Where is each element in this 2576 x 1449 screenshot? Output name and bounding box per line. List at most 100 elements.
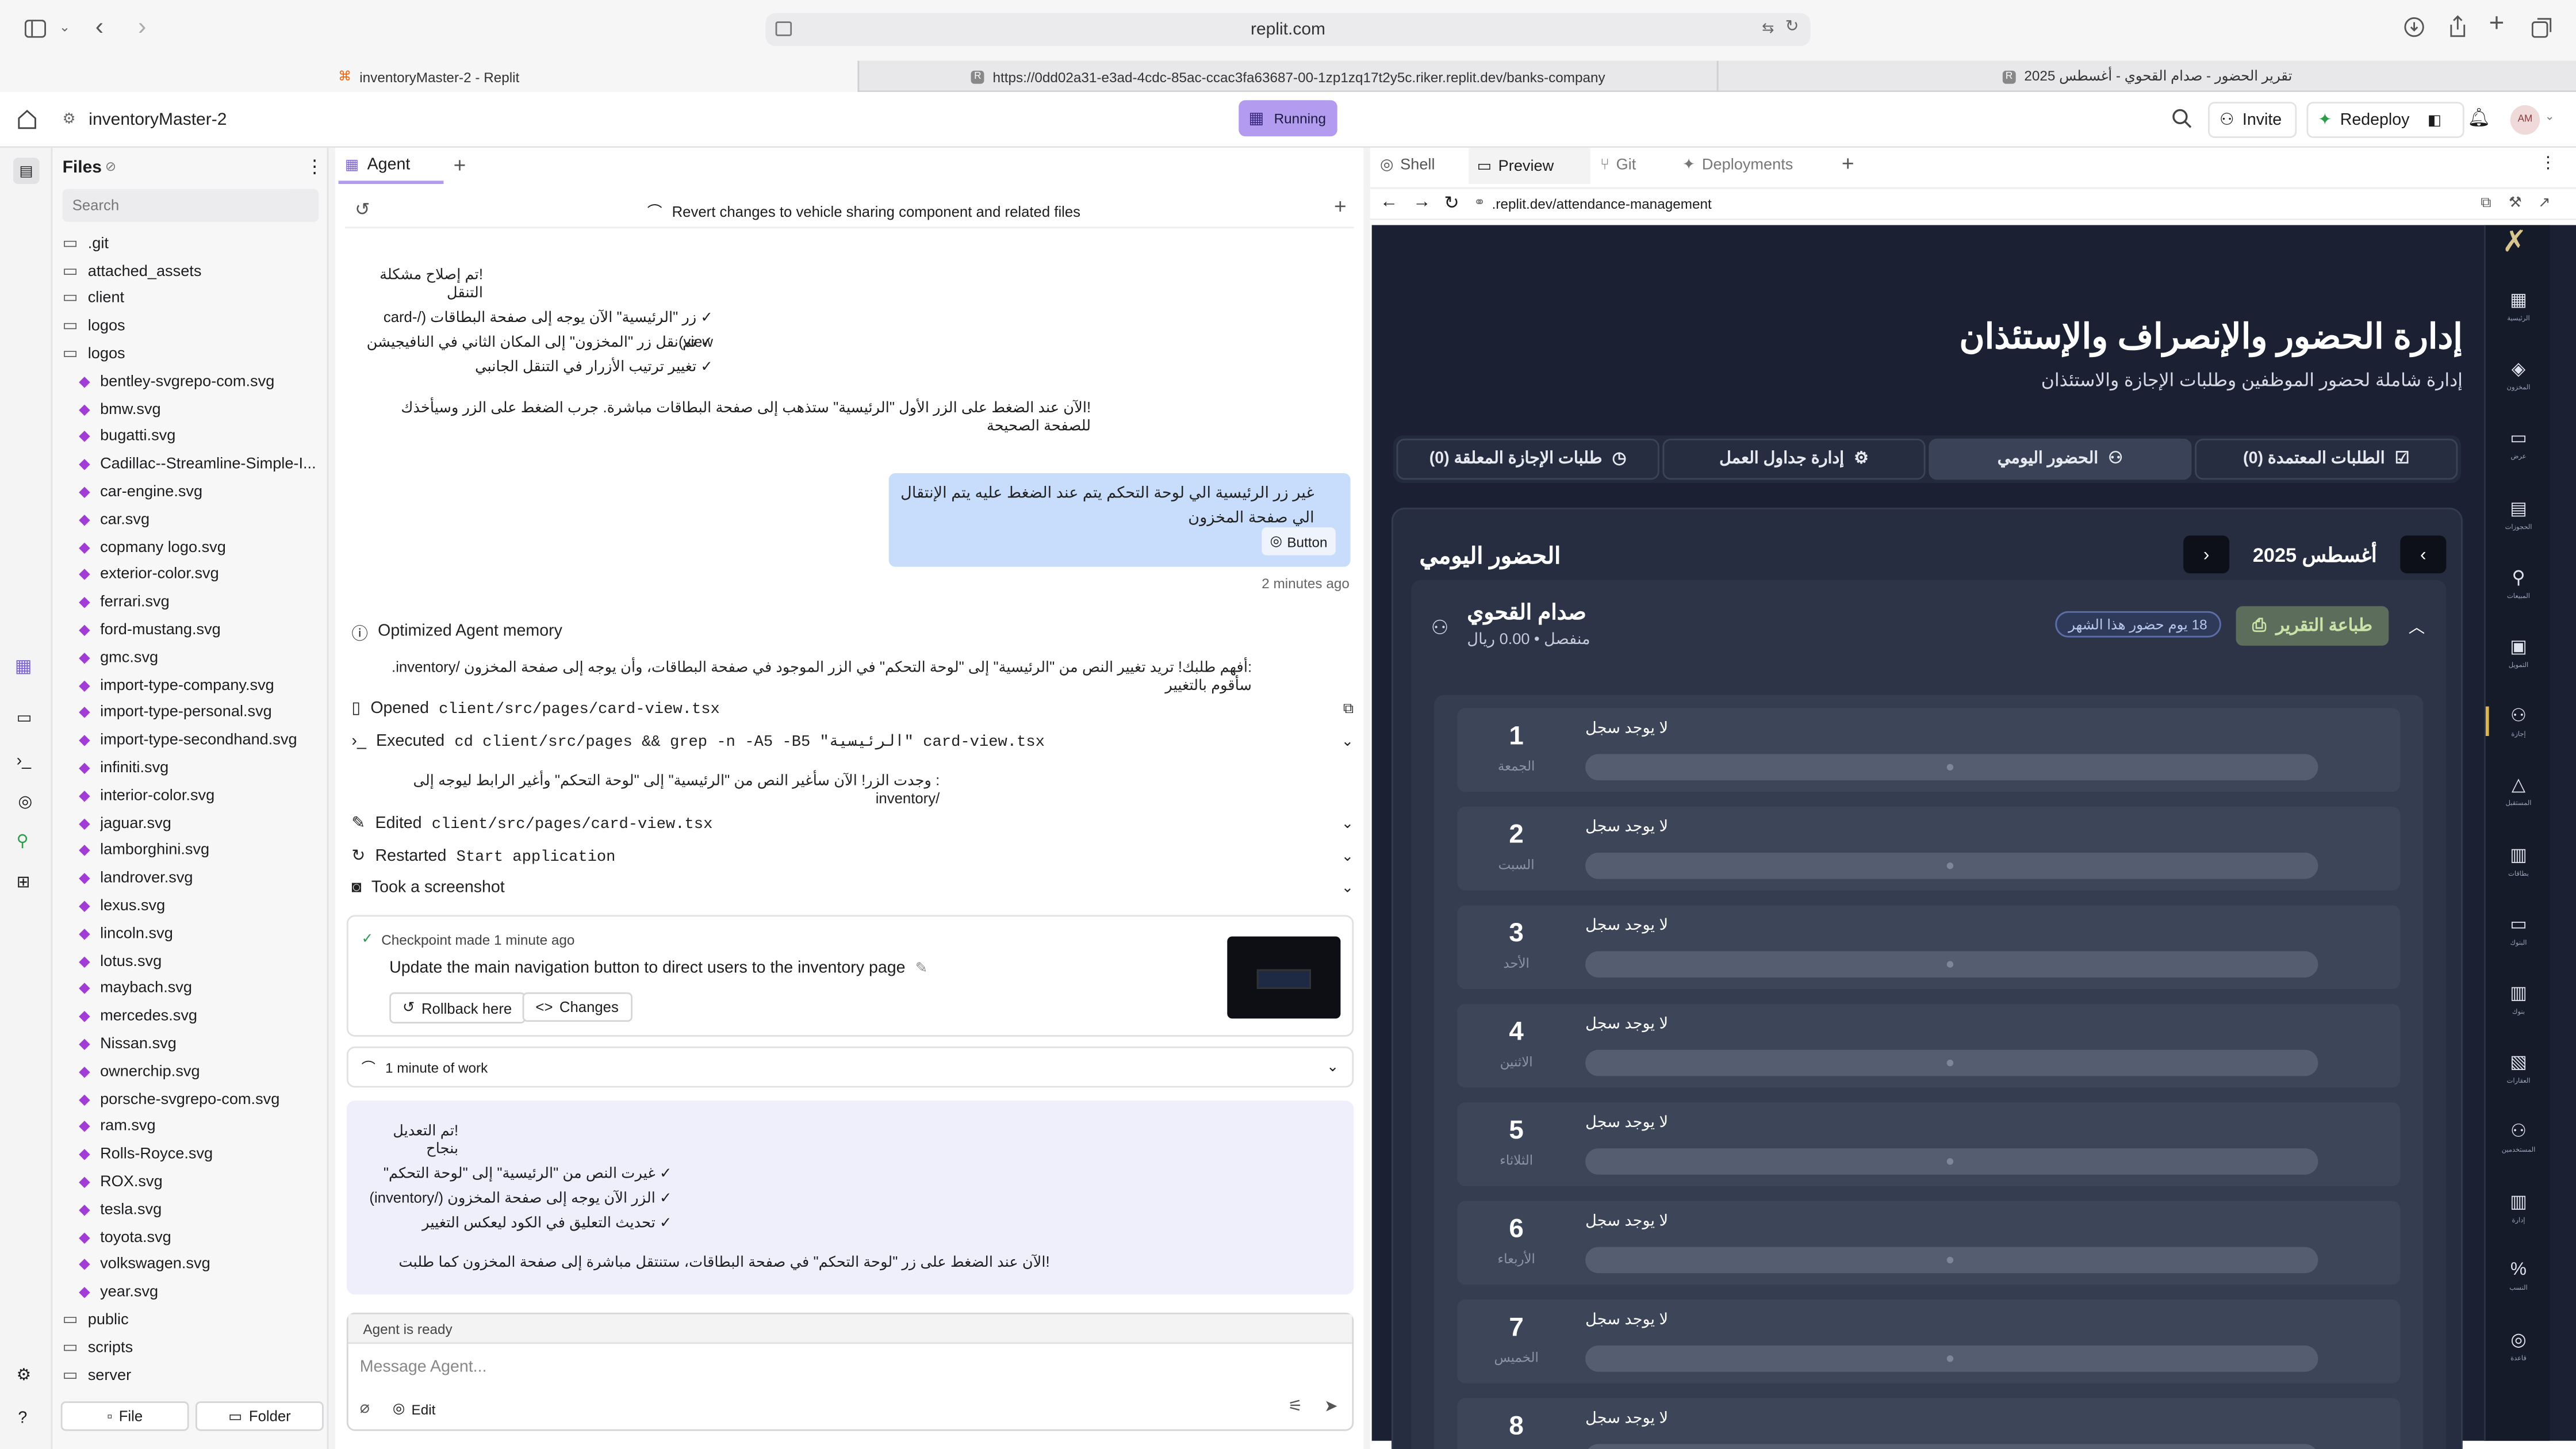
new-folder-button[interactable]: ▭ Folder [195,1401,324,1431]
app-sidebar-item[interactable]: ▥ إدارة [2486,1172,2551,1241]
file-item[interactable]: ◆ mercedes.svg [63,1003,325,1030]
devtools-icon[interactable]: ⧉ [2481,194,2491,212]
attach-icon[interactable]: ⌀ [360,1400,370,1417]
folder-item[interactable]: ▭ server [63,1362,325,1389]
file-item[interactable]: ◆ bentley-svgrepo-com.svg [63,368,325,396]
wrench-icon[interactable]: ⚒ [2509,194,2522,212]
file-item[interactable]: ◆ car.svg [63,506,325,534]
file-item[interactable]: ◆ import-type-company.svg [63,672,325,699]
translate-icon[interactable]: ⇆ [1762,20,1774,37]
changes-button[interactable]: <> Changes [522,992,632,1022]
chevron-up-icon[interactable]: ︿ [2409,613,2425,637]
chevron-down-icon[interactable]: ⌄ [1341,848,1354,865]
work-summary[interactable]: ⌒ 1 minute of work ⌄ [346,1046,1354,1088]
more-icon[interactable]: ⋮ [305,156,323,177]
chevron-down-icon[interactable]: ⌄ [1341,733,1354,750]
app-sidebar-item[interactable]: ▤ الحجوزات [2486,479,2551,548]
send-icon[interactable]: ➤ [1324,1398,1338,1416]
file-item[interactable]: ◆ lexus.svg [63,892,325,920]
reload-icon[interactable]: ↻ [1785,18,1799,36]
edit-mode-button[interactable]: ◎ Edit [393,1400,436,1417]
app-sidebar-item[interactable]: ⚇ المستخدمين [2486,1103,2551,1172]
tab-agent[interactable]: ▦ Agent [338,148,444,184]
message-input[interactable]: Message Agent... [360,1359,1341,1385]
more-icon[interactable]: ⋮ [2540,155,2556,172]
file-item[interactable]: ◆ tesla.svg [63,1196,325,1224]
file-item[interactable]: ◆ import-type-secondhand.svg [63,727,325,754]
tab-deployments[interactable]: ✦ Deployments [1682,156,1793,174]
sidebar-toggle-icon[interactable] [24,20,46,38]
app-sidebar-item[interactable]: ▣ التمويل [2486,618,2551,687]
file-item[interactable]: ◆ ram.svg [63,1113,325,1141]
chevron-down-icon[interactable]: ⌄ [59,20,70,34]
help-icon[interactable]: ? [18,1409,27,1427]
folder-item[interactable]: ▭ logos [63,340,325,368]
add-tab-icon[interactable]: + [454,153,466,178]
app-sidebar-item[interactable]: ▦ الرئيسية [2486,271,2551,340]
browser-tab-report[interactable]: R تقرير الحضور - صدام القحوي - أغسطس 202… [1716,60,2576,92]
tab-schedules[interactable]: ⚙ إدارة جداول العمل [1662,438,1926,480]
day-row[interactable]: 2 السبت لا يوجد سجل [1457,806,2401,891]
agent-icon[interactable]: ▦ [15,656,32,677]
download-icon[interactable] [2404,17,2425,38]
app-sidebar-item[interactable]: △ المستقبل [2486,756,2551,825]
file-item[interactable]: ◆ infiniti.svg [63,754,325,782]
open-external-icon[interactable]: ⧉ [1343,700,1354,718]
app-sidebar-item[interactable]: ⚇ إجازة [2486,687,2551,756]
browser-tab-replit[interactable]: ⌘ inventoryMaster-2 - Replit [0,60,858,92]
folder-item[interactable]: ▭ .git [63,230,325,258]
file-item[interactable]: ◆ porsche-svgrepo-com.svg [63,1086,325,1113]
app-sidebar-item[interactable]: ▭ البنوك [2486,895,2551,964]
run-button[interactable]: ▦ Running [1239,100,1337,137]
next-month-button[interactable]: › [2183,535,2230,574]
add-icon[interactable]: + [1334,194,1347,218]
settings-sliders-icon[interactable]: ⚟ [1288,1398,1303,1416]
day-row[interactable]: 6 الأربعاء لا يوجد سجل [1457,1201,2401,1285]
bell-icon[interactable]: 🔔︎ [2467,107,2490,128]
file-item[interactable]: ◆ Nissan.svg [63,1030,325,1058]
app-sidebar-item[interactable]: ▧ العقارات [2486,1034,2551,1103]
share-icon[interactable] [2448,15,2467,38]
chevron-down-icon[interactable]: ⌄ [1341,879,1354,897]
deploy-menu-icon[interactable]: ◧ [2428,111,2441,129]
pencil-icon[interactable]: ✎ [915,960,928,977]
tab-daily-attendance[interactable]: ⚇ الحضور اليومي [1929,438,2192,480]
action-executed[interactable]: ›_ Executed cd client/src/pages && grep … [351,733,1354,750]
file-item[interactable]: ◆ year.svg [63,1279,325,1306]
tab-git[interactable]: ⑂ Git [1600,156,1636,174]
avatar[interactable]: AM [2510,105,2540,135]
project-name[interactable]: inventoryMaster-2 [89,110,227,129]
monitor-icon[interactable]: ▭ [17,710,32,727]
folder-item[interactable]: ▭ public [63,1306,325,1334]
back-icon[interactable]: ‹ [95,13,103,41]
rollback-button[interactable]: ↺ Rollback here [389,992,526,1023]
action-edited[interactable]: ✎ Edited client/src/pages/card-view.tsx … [351,815,1354,833]
prev-month-button[interactable]: ‹ [2400,535,2447,574]
day-row[interactable]: 1 الجمعة لا يوجد سجل [1457,708,2401,792]
file-item[interactable]: ◆ copmany logo.svg [63,534,325,561]
new-file-button[interactable]: ▫ File [60,1401,189,1431]
chevron-down-icon[interactable]: ⌄ [1341,815,1354,833]
invite-button[interactable]: ⚇ Invite [2208,102,2297,138]
element-chip[interactable]: ◎ Button [1262,527,1336,555]
file-item[interactable]: ◆ import-type-personal.svg [63,699,325,727]
file-item[interactable]: ◆ car-engine.svg [63,478,325,506]
file-item[interactable]: ◆ ferrari.svg [63,589,325,616]
day-row[interactable]: 4 الاثنين لا يوجد سجل [1457,1003,2401,1088]
new-tab-icon[interactable]: + [2489,10,2505,39]
folder-item[interactable]: ▭ logos [63,313,325,340]
database-icon[interactable]: ◎ [18,793,32,811]
checkpoint-thumbnail[interactable] [1227,936,1341,1019]
file-item[interactable]: ◆ ownerchip.svg [63,1058,325,1086]
forward-icon[interactable]: → [1413,192,1431,212]
file-item[interactable]: ◆ ROX.svg [63,1168,325,1196]
shell-icon[interactable]: ›_ [17,753,31,770]
open-new-window-icon[interactable]: ↗ [2538,194,2551,212]
add-tab-icon[interactable]: + [1842,151,1854,176]
browser-tab-preview[interactable]: R https://0dd02a31-e3ad-4cdc-85ac-ccac3f… [857,60,1716,92]
apps-icon[interactable]: ⊞ [17,874,30,892]
file-item[interactable]: ◆ jaguar.svg [63,810,325,837]
files-settings-icon[interactable]: ⊘ [105,159,116,174]
tab-approved-requests[interactable]: ☑ الطلبات المعتمدة (0) [2195,438,2458,480]
search-input[interactable]: Search [62,189,319,222]
